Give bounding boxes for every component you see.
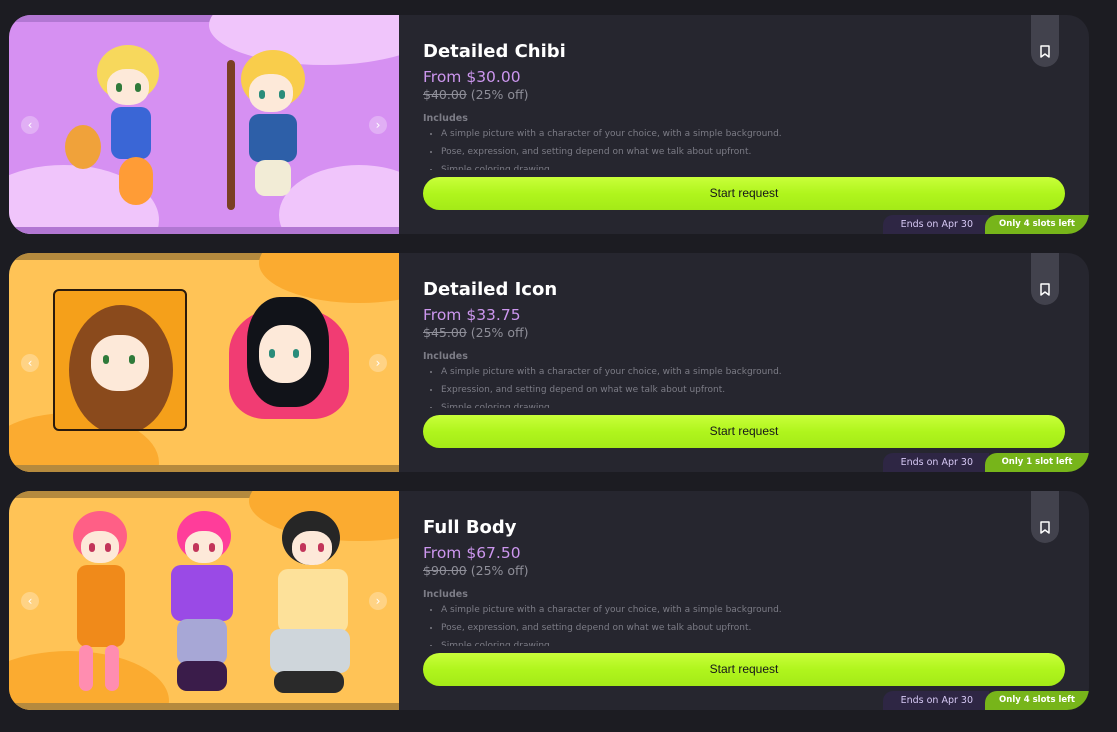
includes-label: Includes (423, 351, 468, 362)
ends-badge: Ends on Apr 30 (882, 691, 989, 710)
original-price-line: $40.00 (25% off) (423, 87, 529, 102)
chevron-right-icon[interactable]: › (369, 353, 387, 372)
card-title: Detailed Icon (423, 279, 558, 300)
discount: (25% off) (470, 325, 529, 340)
chevron-left-icon[interactable]: ‹ (21, 591, 39, 610)
bookmark-icon (1040, 521, 1050, 534)
includes-label: Includes (423, 113, 468, 124)
includes-item: Pose, expression, and setting depend on … (441, 143, 1041, 161)
bookmark-icon (1040, 283, 1050, 296)
icon-illustration (229, 289, 349, 429)
carousel-frame (9, 703, 399, 710)
start-request-button[interactable]: Start request (423, 177, 1065, 210)
card-details: Detailed Chibi From $30.00 $40.00 (25% o… (423, 15, 1089, 234)
discount: (25% off) (470, 563, 529, 578)
chevron-left-icon[interactable]: ‹ (21, 353, 39, 372)
start-request-button[interactable]: Start request (423, 653, 1065, 686)
price: From $33.75 (423, 306, 521, 324)
chibi-character-illustration (219, 50, 329, 220)
commission-card: ‹ › Detailed Chibi From $30.00 $40.00 (2… (9, 15, 1089, 234)
original-price-line: $90.00 (25% off) (423, 563, 529, 578)
includes-item: Pose, expression, and setting depend on … (441, 619, 1041, 637)
includes-item: A simple picture with a character of you… (441, 363, 1041, 381)
card-details: Full Body From $67.50 $90.00 (25% off) I… (423, 491, 1089, 710)
carousel-frame (9, 465, 399, 472)
includes-item: Simple coloring drawing (441, 399, 1041, 408)
includes-item: A simple picture with a character of you… (441, 125, 1041, 143)
includes-item: Simple coloring drawing (441, 161, 1041, 170)
ends-badge: Ends on Apr 30 (882, 215, 989, 234)
includes-label: Includes (423, 589, 468, 600)
chevron-right-icon[interactable]: › (369, 591, 387, 610)
price: From $30.00 (423, 68, 521, 86)
slots-badge: Only 4 slots left (985, 215, 1089, 234)
chevron-right-icon[interactable]: › (369, 115, 387, 134)
price: From $67.50 (423, 544, 521, 562)
commission-card: ‹ › Detailed Icon From $33.75 $45.00 (25… (9, 253, 1089, 472)
slots-badge: Only 4 slots left (985, 691, 1089, 710)
ends-badge: Ends on Apr 30 (882, 453, 989, 472)
artwork-carousel[interactable]: ‹ › (9, 253, 399, 472)
full-body-illustration (264, 511, 364, 696)
card-details: Detailed Icon From $33.75 $45.00 (25% of… (423, 253, 1089, 472)
card-title: Detailed Chibi (423, 41, 566, 62)
original-price: $40.00 (423, 87, 467, 102)
bookmark-button[interactable] (1031, 15, 1059, 67)
includes-list: A simple picture with a character of you… (423, 363, 1041, 408)
includes-item: A simple picture with a character of you… (441, 601, 1041, 619)
slots-badge: Only 1 slot left (985, 453, 1089, 472)
bookmark-button[interactable] (1031, 491, 1059, 543)
chibi-character-illustration (65, 45, 189, 215)
original-price-line: $45.00 (25% off) (423, 325, 529, 340)
original-price: $90.00 (423, 563, 467, 578)
chevron-left-icon[interactable]: ‹ (21, 115, 39, 134)
commission-card: ‹ › Full Body From $67.50 $90.00 (25% of… (9, 491, 1089, 710)
includes-list: A simple picture with a character of you… (423, 125, 1041, 170)
artwork-carousel[interactable]: ‹ › (9, 491, 399, 710)
original-price: $45.00 (423, 325, 467, 340)
bookmark-button[interactable] (1031, 253, 1059, 305)
start-request-button[interactable]: Start request (423, 415, 1065, 448)
bookmark-icon (1040, 45, 1050, 58)
discount: (25% off) (470, 87, 529, 102)
full-body-illustration (59, 511, 149, 696)
icon-illustration (53, 289, 187, 431)
carousel-frame (9, 227, 399, 234)
full-body-illustration (159, 511, 249, 696)
includes-item: Expression, and setting depend on what w… (441, 381, 1041, 399)
includes-list: A simple picture with a character of you… (423, 601, 1041, 646)
artwork-carousel[interactable]: ‹ › (9, 15, 399, 234)
includes-item: Simple coloring drawing (441, 637, 1041, 646)
card-title: Full Body (423, 517, 517, 538)
